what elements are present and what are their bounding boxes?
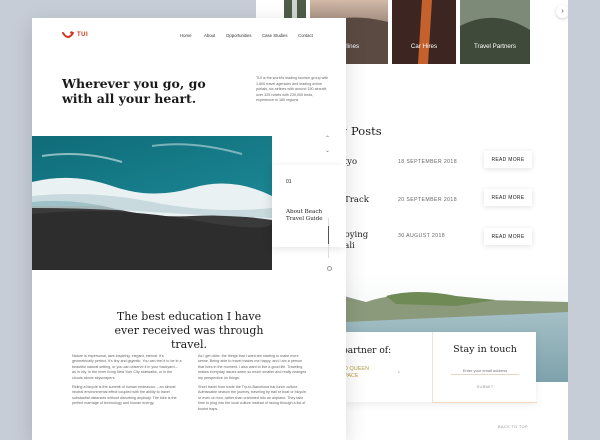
partner-name: D QUEEN PACE: [344, 366, 369, 380]
post-row: n Track 20 SEPTEMBER 2018 READ MORE: [336, 189, 562, 214]
partner-card: partner of: D QUEEN PACE • Stay in touch…: [332, 332, 537, 403]
hero-ocean-image: [32, 136, 272, 270]
back-to-top-link[interactable]: BACK TO TOP: [498, 424, 528, 429]
partner-name-line1: D QUEEN: [344, 366, 370, 372]
front-page: TUI Home About Opportunities Case Studie…: [32, 18, 346, 440]
brand-logo[interactable]: TUI: [62, 31, 88, 39]
category-label: Travel Partners: [473, 43, 517, 50]
tui-smile-logo-icon: [62, 31, 74, 38]
chevron-up-icon[interactable]: ⌃: [325, 135, 330, 142]
brand-name: TUI: [77, 32, 89, 38]
read-more-button[interactable]: READ MORE: [484, 189, 532, 206]
paragraph: Nature is impersonal, awe-inspiring, ele…: [72, 354, 182, 380]
story-card[interactable]: 01 About Beach Travel Guide: [272, 165, 346, 247]
nav-item-opportunities[interactable]: Opportunities: [226, 33, 252, 38]
paragraph: Short travel from trade the Try-to-Barce…: [198, 385, 307, 411]
category-tile-travel-partners[interactable]: Travel Partners: [460, 0, 530, 64]
newsletter-title: Stay in touch: [453, 344, 517, 355]
chevron-down-icon[interactable]: ⌄: [325, 147, 330, 154]
read-more-button[interactable]: READ MORE: [484, 151, 532, 168]
nav-item-case-studies[interactable]: Case Studies: [262, 33, 288, 38]
post-row: kyo 18 SEPTEMBER 2018 READ MORE: [342, 151, 562, 176]
nav-item-home[interactable]: Home: [180, 33, 191, 38]
paragraph: Riding a bicycle is the summit of human …: [72, 385, 177, 406]
scroll-thumb[interactable]: [328, 226, 329, 244]
read-more-button[interactable]: READ MORE: [484, 228, 532, 245]
body-column-left: Nature is impersonal, awe-inspiring, ele…: [72, 354, 182, 411]
email-field[interactable]: [451, 366, 519, 375]
intro-text: TUI is the world's leading tourism group…: [256, 76, 329, 103]
category-label: Car Hires: [410, 43, 438, 50]
nav-item-contact[interactable]: Contact: [298, 33, 313, 38]
page-headline: Wherever you go, go with all your heart.: [62, 76, 206, 106]
scroll-down-icon[interactable]: [327, 266, 332, 271]
category-tile-car-hires[interactable]: Car Hires: [392, 0, 456, 64]
post-row: joying Bali 30 AUGUST 2018 READ MORE: [338, 228, 562, 251]
post-date: 18 SEPTEMBER 2018: [398, 159, 457, 165]
separator-dot-icon: •: [398, 370, 400, 376]
body-column-right: As I get older, the things that I want a…: [198, 354, 308, 416]
post-date: 30 AUGUST 2018: [398, 233, 446, 239]
paragraph: As I get older, the things that I want a…: [198, 354, 307, 380]
quote-heading: The best education I have ever received …: [114, 310, 264, 351]
submit-button[interactable]: SUBMIT: [433, 384, 537, 389]
newsletter-box: Stay in touch SUBMIT: [432, 332, 537, 403]
post-date: 20 SEPTEMBER 2018: [398, 197, 457, 203]
story-number: 01: [286, 179, 292, 185]
partner-name-line2: PACE: [344, 373, 359, 379]
posts-title: g Posts: [340, 124, 382, 138]
story-title: About Beach Travel Guide: [286, 209, 323, 222]
partner-title: partner of:: [342, 346, 392, 356]
nav-item-about[interactable]: About: [204, 33, 215, 38]
chevron-right-icon[interactable]: ›: [556, 5, 568, 18]
scroll-track[interactable]: [328, 218, 329, 258]
